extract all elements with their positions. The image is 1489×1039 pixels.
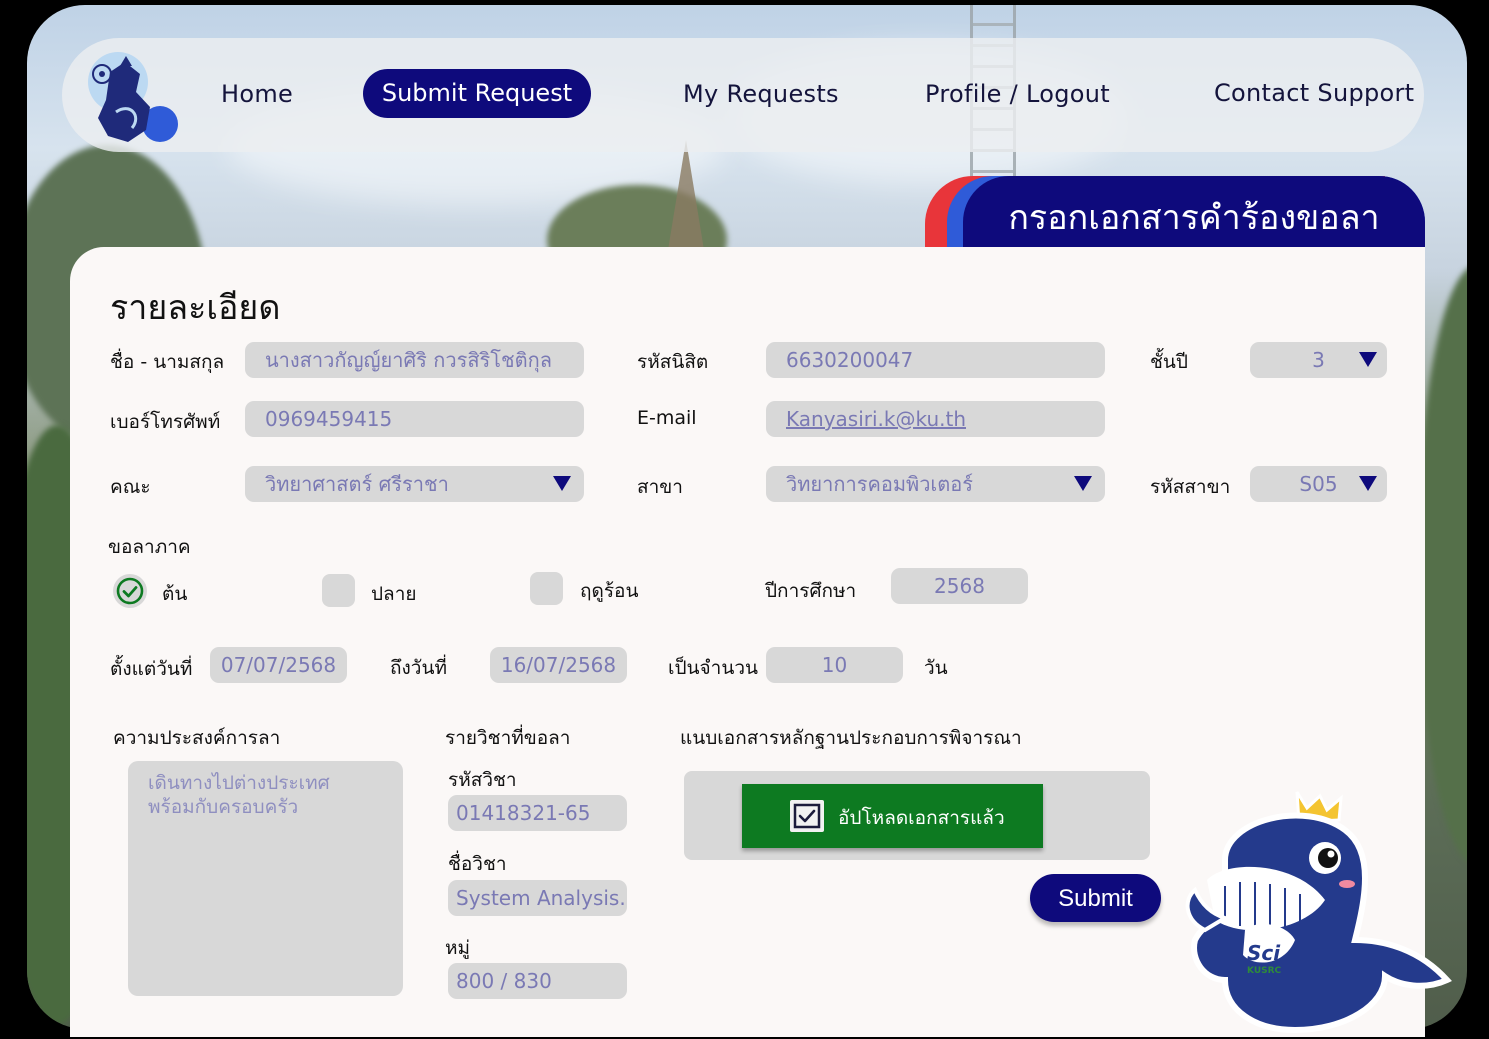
semester-first-label: ต้น xyxy=(162,583,188,605)
attach-label: แนบเอกสารหลักฐานประกอบการพิจารณา xyxy=(680,727,1022,749)
to-date-value: 16/07/2568 xyxy=(500,653,617,677)
course-code-field[interactable]: 01418321-65 xyxy=(448,795,627,831)
semester-second-label: ปลาย xyxy=(371,583,417,605)
svg-text:KUSRC: KUSRC xyxy=(1247,966,1282,976)
to-date-field[interactable]: 16/07/2568 xyxy=(490,647,627,683)
major-code-value: S05 xyxy=(1299,472,1338,496)
purpose-label: ความประสงค์การลา xyxy=(113,727,281,749)
major-label: สาขา xyxy=(637,476,683,498)
nav-profile-logout[interactable]: Profile / Logout xyxy=(925,80,1110,108)
faculty-select[interactable]: วิทยาศาสตร์ ศรีราชา xyxy=(245,466,584,502)
major-code-select[interactable]: S05 xyxy=(1250,466,1387,502)
academic-year-field[interactable]: 2568 xyxy=(891,568,1028,604)
chevron-down-icon xyxy=(1359,476,1377,491)
university-logo[interactable] xyxy=(80,52,180,147)
major-value: วิทยาการคอมพิวเตอร์ xyxy=(786,472,974,496)
count-unit: วัน xyxy=(924,657,948,679)
academic-year-label: ปีการศึกษา xyxy=(765,580,857,602)
nav-submit-request[interactable]: Submit Request xyxy=(363,69,591,118)
from-date-label: ตั้งแต่วันที่ xyxy=(110,658,193,680)
faculty-label: คณะ xyxy=(110,476,151,498)
nav-submit-request-label: Submit Request xyxy=(381,79,573,107)
purpose-textarea[interactable]: เดินทางไปต่างประเทศ พร้อมกับครอบครัว xyxy=(128,761,403,996)
submit-button[interactable]: Submit xyxy=(1030,874,1161,922)
semester-label: ขอลาภาค xyxy=(108,536,191,558)
section-label: หมู่ xyxy=(445,937,471,959)
course-name-value: System Analysis.. xyxy=(456,886,627,910)
student-id-value: 6630200047 xyxy=(786,348,914,372)
count-value: 10 xyxy=(821,653,848,677)
count-label: เป็นจำนวน xyxy=(668,657,758,679)
email-field[interactable]: Kanyasiri.k@ku.th xyxy=(766,401,1105,437)
check-circle-icon xyxy=(116,577,144,605)
page-title: กรอกเอกสารคำร้องขอลา xyxy=(1008,198,1380,238)
chevron-down-icon xyxy=(1359,352,1377,367)
from-date-field[interactable]: 07/07/2568 xyxy=(210,647,347,683)
purpose-value: เดินทางไปต่างประเทศ พร้อมกับครอบครัว xyxy=(148,772,330,818)
nav-home[interactable]: Home xyxy=(221,80,293,108)
year-value: 3 xyxy=(1312,348,1325,372)
section-value: 800 / 830 xyxy=(456,969,552,993)
student-id-label: รหัสนิสิต xyxy=(637,351,709,373)
phone-label: เบอร์โทรศัพท์ xyxy=(110,411,221,433)
mascot-whale-image: Sci KUSRC xyxy=(1185,790,1460,1035)
section-field[interactable]: 800 / 830 xyxy=(448,963,627,999)
year-select[interactable]: 3 xyxy=(1250,342,1387,378)
semester-second-checkbox[interactable] xyxy=(322,574,355,607)
course-code-value: 01418321-65 xyxy=(456,801,591,825)
course-name-field[interactable]: System Analysis.. xyxy=(448,880,627,916)
academic-year-value: 2568 xyxy=(934,574,985,598)
count-field[interactable]: 10 xyxy=(766,647,903,683)
chevron-down-icon xyxy=(553,476,571,491)
from-date-value: 07/07/2568 xyxy=(220,653,337,677)
upload-status-label: อัปโหลดเอกสารแล้ว xyxy=(838,807,1005,829)
email-value[interactable]: Kanyasiri.k@ku.th xyxy=(786,401,966,437)
phone-value: 0969459415 xyxy=(265,407,393,431)
nav-contact-support[interactable]: Contact Support xyxy=(1214,79,1414,107)
course-code-label: รหัสวิชา xyxy=(448,769,517,791)
nav-my-requests[interactable]: My Requests xyxy=(683,80,839,108)
name-label: ชื่อ - นามสกุล xyxy=(110,351,225,373)
semester-first-checkbox[interactable] xyxy=(113,574,147,608)
course-name-label: ชื่อวิชา xyxy=(448,853,507,875)
faculty-value: วิทยาศาสตร์ ศรีราชา xyxy=(265,472,449,496)
to-date-label: ถึงวันที่ xyxy=(390,657,447,679)
semester-summer-label: ฤดูร้อน xyxy=(580,580,639,602)
upload-button[interactable]: อัปโหลดเอกสารแล้ว xyxy=(742,784,1043,848)
background-spire xyxy=(668,140,704,250)
semester-summer-checkbox[interactable] xyxy=(530,572,563,605)
major-code-label: รหัสสาขา xyxy=(1150,476,1231,498)
chevron-down-icon xyxy=(1074,476,1092,491)
name-value: นางสาวกัญญ์ยาศิริ กวรสิริโชติกุล xyxy=(265,348,552,372)
email-label: E-mail xyxy=(637,407,697,429)
page-title-tab: กรอกเอกสารคำร้องขอลา xyxy=(925,176,1425,247)
mascot-logo-text: Sci xyxy=(1247,941,1281,965)
section-heading: รายละเอียด xyxy=(110,288,281,328)
phone-field[interactable]: 0969459415 xyxy=(245,401,584,437)
name-field[interactable]: นางสาวกัญญ์ยาศิริ กวรสิริโชติกุล xyxy=(245,342,584,378)
student-id-field[interactable]: 6630200047 xyxy=(766,342,1105,378)
major-select[interactable]: วิทยาการคอมพิวเตอร์ xyxy=(766,466,1105,502)
courses-label: รายวิชาที่ขอลา xyxy=(445,727,571,749)
year-label: ชั้นปี xyxy=(1150,351,1188,373)
checkbox-icon xyxy=(790,800,824,832)
